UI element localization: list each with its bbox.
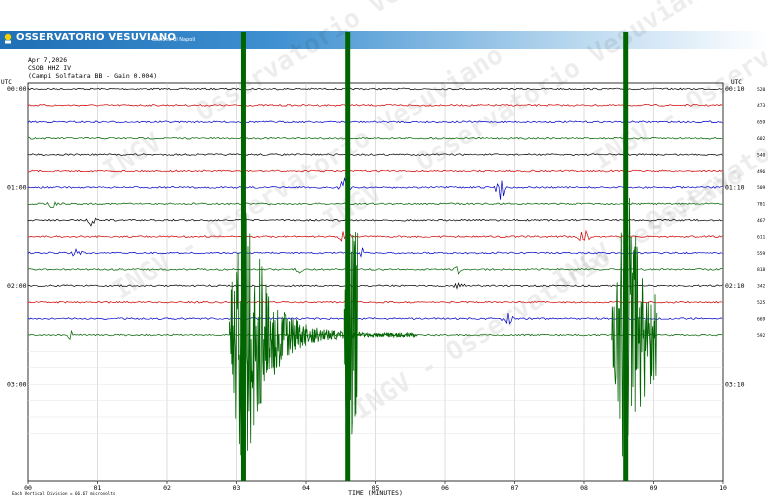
x-tick-label: 07 (511, 484, 519, 492)
amplitude-label: 509 (757, 185, 766, 191)
x-tick-label: 03 (233, 484, 241, 492)
amplitude-label: 659 (757, 120, 766, 126)
amplitude-label: 342 (757, 284, 766, 290)
amplitude-label: 611 (757, 234, 766, 240)
time-label-left: 01:00 (7, 184, 27, 192)
time-label-left: 03:00 (7, 380, 27, 388)
time-label-right: 03:10 (725, 380, 745, 388)
time-label-left: 02:00 (7, 282, 27, 290)
saturation-bar (240, 32, 246, 481)
watermark-group: INGV - Osservatorio VesuvianoINGV - Osse… (98, 0, 768, 426)
x-tick-label: 02 (163, 484, 171, 492)
time-label-right: 01:10 (725, 184, 745, 192)
amplitude-label: 467 (757, 218, 766, 224)
x-tick-label: 10 (719, 484, 727, 492)
x-tick-label: 09 (650, 484, 658, 492)
x-tick-label: 08 (580, 484, 588, 492)
x-axis-label: TIME (MINUTES) (348, 489, 403, 497)
saturation-bar (623, 32, 629, 481)
amplitude-label: 669 (757, 316, 766, 322)
amplitude-label: 592 (757, 333, 766, 339)
amplitude-label: 496 (757, 169, 766, 175)
amplitude-label: 818 (757, 267, 766, 273)
amplitude-label: 540 (757, 152, 766, 158)
amplitude-label: 602 (757, 136, 766, 142)
amplitude-label: 473 (757, 103, 766, 109)
amplitude-label: 781 (757, 202, 766, 208)
footer-note: Each Vertical Division = 66.67 microvolt… (12, 491, 116, 496)
seismogram-chart: INGV - Osservatorio VesuvianoINGV - Osse… (7, 0, 768, 497)
time-label-left: 00:00 (7, 85, 27, 93)
time-label-right: 02:10 (725, 282, 745, 290)
amplitude-label: 520 (757, 87, 766, 93)
watermark-text: INGV - Osservatorio Vesuviano (108, 40, 509, 306)
time-label-right: 00:10 (725, 85, 745, 93)
x-tick-label: 06 (441, 484, 449, 492)
saturated-event-trace (229, 201, 418, 471)
amplitude-label: 559 (757, 251, 766, 257)
amplitude-label: 525 (757, 300, 766, 306)
saturation-bar (345, 32, 351, 481)
x-tick-label: 04 (302, 484, 310, 492)
